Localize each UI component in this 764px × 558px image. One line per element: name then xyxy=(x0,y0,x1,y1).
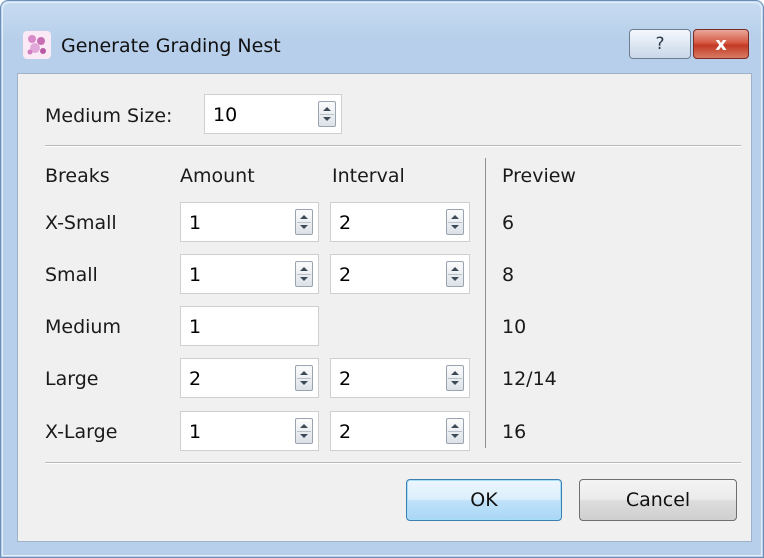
cancel-button[interactable]: Cancel xyxy=(579,479,737,521)
help-button[interactable]: ? xyxy=(629,29,691,59)
x-small-interval-spin-arrows[interactable] xyxy=(446,209,464,235)
dialog-body: Medium Size: 10 Breaks Amount Interval P… xyxy=(17,73,752,542)
large-interval-spin-arrows[interactable] xyxy=(446,365,464,391)
close-icon: x xyxy=(715,33,727,55)
medium-preview: 10 xyxy=(502,316,527,338)
x-large-interval-spin-arrows[interactable] xyxy=(446,418,464,444)
x-small-amount-spinner[interactable]: 1 xyxy=(180,202,319,242)
x-large-interval-value: 2 xyxy=(339,421,352,443)
x-small-interval-value: 2 xyxy=(339,212,352,234)
preview-separator xyxy=(485,158,486,448)
dialog-window: Generate Grading Nest ? x Medium Size: 1… xyxy=(0,0,764,558)
medium-size-spin-arrows[interactable] xyxy=(318,101,336,127)
spin-up-icon xyxy=(451,424,459,428)
spin-down-icon xyxy=(451,277,459,281)
spin-arrow-divider xyxy=(297,274,311,275)
interval-header: Interval xyxy=(332,165,405,187)
amount-header: Amount xyxy=(180,165,255,187)
medium-amount-field[interactable]: 1 xyxy=(180,306,319,346)
spin-down-icon xyxy=(300,277,308,281)
spin-arrow-divider xyxy=(297,222,311,223)
large-interval-spinner[interactable]: 2 xyxy=(330,358,470,398)
x-small-amount-value: 1 xyxy=(189,212,202,234)
x-large-interval-spinner[interactable]: 2 xyxy=(330,411,470,451)
large-preview: 12/14 xyxy=(502,368,557,390)
x-small-preview: 6 xyxy=(502,212,515,234)
small-interval-spinner[interactable]: 2 xyxy=(330,254,470,294)
spin-up-icon xyxy=(451,215,459,219)
large-interval-value: 2 xyxy=(339,368,352,390)
spin-arrow-divider xyxy=(448,222,462,223)
large-amount-spinner[interactable]: 2 xyxy=(180,358,319,398)
spin-down-icon xyxy=(451,434,459,438)
spin-down-icon xyxy=(300,381,308,385)
spin-down-icon xyxy=(323,117,331,121)
x-small-interval-spinner[interactable]: 2 xyxy=(330,202,470,242)
row-label-medium: Medium xyxy=(45,316,121,338)
title-bar[interactable]: Generate Grading Nest ? x xyxy=(1,1,764,59)
spin-up-icon xyxy=(323,107,331,111)
spin-arrow-divider xyxy=(448,378,462,379)
medium-size-spinner[interactable]: 10 xyxy=(204,94,342,134)
row-label-x-small: X-Small xyxy=(45,212,117,234)
spin-down-icon xyxy=(451,381,459,385)
breaks-header: Breaks xyxy=(45,165,110,187)
spin-down-icon xyxy=(451,225,459,229)
x-large-amount-spinner[interactable]: 1 xyxy=(180,411,319,451)
spin-down-icon xyxy=(300,225,308,229)
bottom-separator xyxy=(45,462,741,464)
spin-arrow-divider xyxy=(448,431,462,432)
small-amount-spin-arrows[interactable] xyxy=(295,261,313,287)
spin-arrow-divider xyxy=(448,274,462,275)
row-label-small: Small xyxy=(45,264,98,286)
large-amount-spin-arrows[interactable] xyxy=(295,365,313,391)
ok-button[interactable]: OK xyxy=(406,479,562,521)
spin-up-icon xyxy=(300,215,308,219)
row-label-large: Large xyxy=(45,368,99,390)
spin-arrow-divider xyxy=(297,378,311,379)
help-icon: ? xyxy=(655,34,665,54)
small-amount-spinner[interactable]: 1 xyxy=(180,254,319,294)
top-separator xyxy=(45,145,741,147)
spin-up-icon xyxy=(300,424,308,428)
x-large-amount-value: 1 xyxy=(189,421,202,443)
spin-up-icon xyxy=(451,371,459,375)
small-interval-value: 2 xyxy=(339,264,352,286)
spin-up-icon xyxy=(451,267,459,271)
preview-header: Preview xyxy=(502,165,576,187)
x-small-amount-spin-arrows[interactable] xyxy=(295,209,313,235)
app-icon xyxy=(23,31,51,59)
spin-up-icon xyxy=(300,267,308,271)
spin-arrow-divider xyxy=(297,431,311,432)
close-button[interactable]: x xyxy=(693,29,749,59)
x-large-amount-spin-arrows[interactable] xyxy=(295,418,313,444)
row-label-x-large: X-Large xyxy=(45,421,118,443)
large-amount-value: 2 xyxy=(189,368,202,390)
medium-size-label: Medium Size: xyxy=(45,105,173,127)
small-amount-value: 1 xyxy=(189,264,202,286)
spin-arrow-divider xyxy=(320,114,334,115)
window-title: Generate Grading Nest xyxy=(61,35,281,57)
medium-amount-value: 1 xyxy=(189,316,202,338)
small-preview: 8 xyxy=(502,264,515,286)
spin-up-icon xyxy=(300,371,308,375)
x-large-preview: 16 xyxy=(502,421,527,443)
small-interval-spin-arrows[interactable] xyxy=(446,261,464,287)
spin-down-icon xyxy=(300,434,308,438)
medium-size-value: 10 xyxy=(213,104,238,126)
